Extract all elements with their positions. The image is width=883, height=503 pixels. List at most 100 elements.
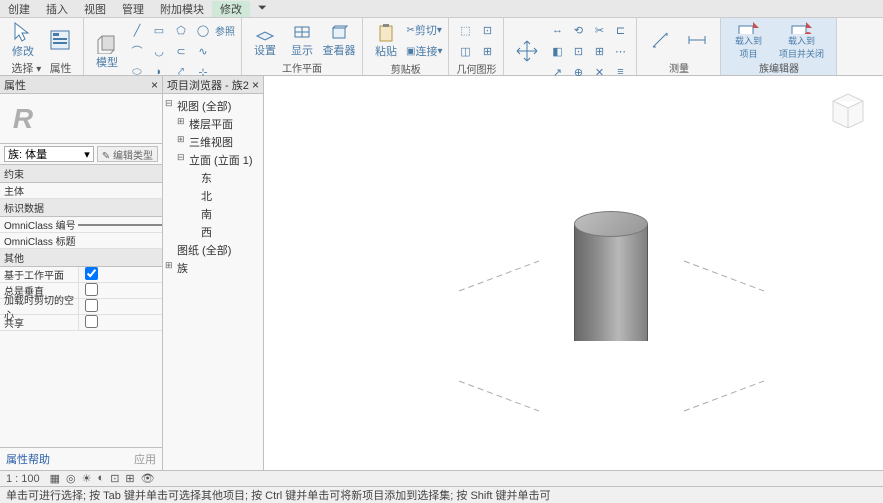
polygon-icon[interactable]: ⬠	[171, 20, 191, 40]
menu-item[interactable]: 视图	[76, 1, 114, 17]
tree-south[interactable]: 南	[189, 205, 261, 223]
r-logo-icon: R	[4, 100, 42, 138]
show-button[interactable]: 显示	[285, 20, 319, 60]
rect-icon[interactable]: ▭	[149, 20, 169, 40]
tree-west[interactable]: 西	[189, 223, 261, 241]
apply-button[interactable]: 应用	[134, 451, 156, 467]
tree-3d[interactable]: 三维视图	[177, 133, 261, 151]
crop-region-icon[interactable]: ⊞	[125, 472, 134, 485]
tree-floor-plans[interactable]: 楼层平面	[177, 115, 261, 133]
view-control-bar: 1 : 100 ▦ ◎ ☀ ◐ ⊡ ⊞ 👁	[0, 470, 883, 486]
menu-item[interactable]: 管理	[114, 1, 152, 17]
load-into-project-button[interactable]: 载入到 项目	[727, 20, 769, 60]
ribbon-group-draw: 模型 ╱ ▭ ⬠ ◯ 参照 ⌒ ◡ ⊂ ∿ ⬭ ◗ ⤤	[84, 18, 242, 75]
paste-button[interactable]: 粘贴	[369, 21, 403, 61]
properties-footer: 属性帮助 应用	[0, 447, 162, 470]
close-icon[interactable]: ×	[151, 78, 158, 92]
geom-icon[interactable]: ◫	[455, 41, 475, 61]
prop-row: OmniClass 编号	[0, 217, 162, 233]
vertical-checkbox[interactable]	[85, 283, 98, 296]
menu-item[interactable]: 附加模块	[152, 1, 212, 17]
ribbon-group-geometry: ⬚⊡ ◫⊞ 几何图形	[449, 18, 504, 75]
section-other: 其他	[0, 249, 162, 267]
tree-views[interactable]: 视图 (全部)	[165, 97, 261, 115]
properties-type-selector: R	[0, 94, 162, 144]
section-constraint: 约束	[0, 165, 162, 183]
menu-dropdown-icon[interactable]: ⏷	[250, 2, 275, 15]
mod-icon[interactable]: ↔	[547, 20, 567, 40]
mod-icon[interactable]: ⊡	[568, 41, 588, 61]
modify-button[interactable]: 修改	[6, 20, 40, 60]
prop-row: 主体	[0, 183, 162, 199]
cylinder-top	[574, 211, 648, 237]
statusbar-text: 单击可进行选择; 按 Tab 键并单击可选择其他项目; 按 Ctrl 键并单击可…	[6, 487, 551, 503]
ref-button[interactable]: 参照	[215, 20, 235, 40]
mod-icon[interactable]: ⊏	[610, 20, 630, 40]
model-button[interactable]: 模型	[90, 31, 124, 71]
hide-icon[interactable]: 👁	[141, 472, 155, 485]
prop-row: 基于工作平面	[0, 267, 162, 283]
geom-icon[interactable]: ⊡	[477, 20, 497, 40]
cylinder-model[interactable]	[574, 211, 648, 341]
workplane-checkbox[interactable]	[85, 267, 98, 280]
move-icon[interactable]	[510, 31, 544, 71]
canvas-viewport[interactable]	[264, 76, 883, 470]
browser-header: 项目浏览器 - 族2 ×	[163, 76, 263, 94]
detail-level-icon[interactable]: ▦	[50, 472, 60, 485]
set-button[interactable]: 设置	[248, 20, 282, 60]
measure-icon[interactable]	[643, 20, 677, 60]
menu-item[interactable]: 创建	[0, 1, 38, 17]
menu-item-active[interactable]: 修改	[212, 1, 250, 17]
geom-icon[interactable]: ⊞	[477, 41, 497, 61]
ribbon-group-select: 修改 选择 ▾ 属性	[0, 18, 84, 75]
mod-icon[interactable]: ⟲	[568, 20, 588, 40]
arc3-icon[interactable]: ⊂	[171, 41, 191, 61]
mod-icon[interactable]: ⋯	[610, 41, 630, 61]
close-icon[interactable]: ×	[252, 78, 259, 92]
join-small-icon[interactable]: ▣ 连接 ▾	[406, 41, 442, 61]
tree-sheets[interactable]: 图纸 (全部)	[165, 241, 261, 259]
prop-row: 共享	[0, 315, 162, 331]
geom-icon[interactable]: ⬚	[455, 20, 475, 40]
mod-icon[interactable]: ✂	[589, 20, 609, 40]
project-browser-panel: 项目浏览器 - 族2 × 视图 (全部) 楼层平面 三维视图 立面 (立面 1)…	[163, 76, 264, 470]
visual-style-icon[interactable]: ◎	[66, 472, 76, 485]
sun-path-icon[interactable]: ☀	[82, 472, 92, 485]
mod-icon[interactable]: ◧	[547, 41, 567, 61]
viewer-button[interactable]: 查看器	[322, 20, 356, 60]
cut-checkbox[interactable]	[85, 299, 98, 312]
menu-item[interactable]: 插入	[38, 1, 76, 17]
crop-icon[interactable]: ⊡	[110, 472, 119, 485]
tree-east[interactable]: 东	[189, 169, 261, 187]
dimension-icon[interactable]	[680, 20, 714, 60]
shared-checkbox[interactable]	[85, 315, 98, 328]
family-type-combo[interactable]: 族: 体量▾	[4, 146, 94, 162]
properties-help-link[interactable]: 属性帮助	[6, 451, 50, 467]
load-into-project-close-button[interactable]: 载入到 项目并关闭	[772, 20, 830, 60]
properties-panel: 属性 × R 族: 体量▾ ✎ 编辑类型 约束 主体 标识数据 OmniClas…	[0, 76, 163, 470]
arc2-icon[interactable]: ◡	[149, 41, 169, 61]
tree-elevations[interactable]: 立面 (立面 1)	[177, 151, 261, 169]
properties-button[interactable]	[43, 20, 77, 60]
ribbon-group-modify: ↔⟲✂⊏ ◧⊡⊞⋯ ↗⊕✕≡ 修改	[504, 18, 637, 75]
cylinder-body	[574, 224, 648, 341]
ribbon-group-workplane: 设置 显示 查看器 工作平面	[242, 18, 363, 75]
scale-display[interactable]: 1 : 100	[6, 473, 40, 485]
ribbon-group-family-editor: 载入到 项目 载入到 项目并关闭 族编辑器	[721, 18, 837, 75]
arc-icon[interactable]: ⌒	[127, 41, 147, 61]
ribbon-group-measure: 测量	[637, 18, 721, 75]
edit-type-button[interactable]: ✎ 编辑类型	[97, 146, 158, 162]
tree-north[interactable]: 北	[189, 187, 261, 205]
mod-icon[interactable]: ⊞	[589, 41, 609, 61]
menubar: 创建 插入 视图 管理 附加模块 修改 ⏷	[0, 0, 883, 18]
prop-row: 加载时剪切的空心	[0, 299, 162, 315]
cut-small-icon[interactable]: ✂ 剪切 ▾	[406, 20, 442, 40]
browser-tree: 视图 (全部) 楼层平面 三维视图 立面 (立面 1) 东 北 南 西 图纸 (…	[163, 94, 263, 280]
ribbon-group-clipboard: 粘贴 ✂ 剪切 ▾ ▣ 连接 ▾ 剪贴板	[363, 18, 449, 75]
shadow-icon[interactable]: ◐	[98, 472, 105, 485]
circle-icon[interactable]: ◯	[193, 20, 213, 40]
family-type-row: 族: 体量▾ ✎ 编辑类型	[0, 144, 162, 165]
tree-families[interactable]: 族	[165, 259, 261, 277]
line-icon[interactable]: ╱	[127, 20, 147, 40]
spline-icon[interactable]: ∿	[193, 41, 213, 61]
